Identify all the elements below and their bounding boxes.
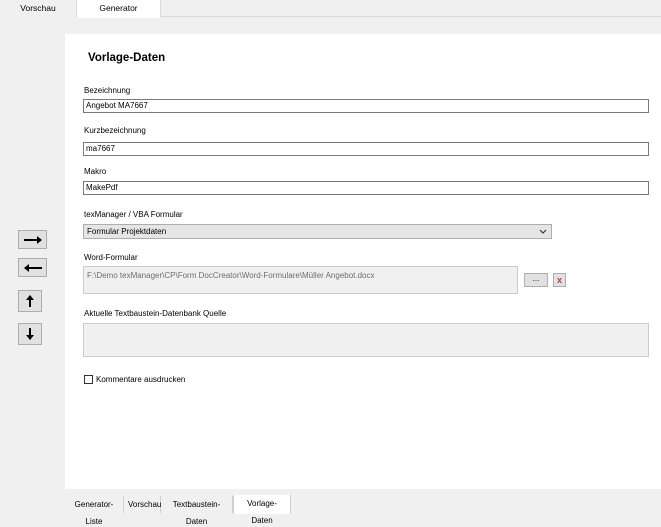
arrow-down-icon xyxy=(26,328,34,340)
texmanager-select[interactable]: Formular Projektdaten xyxy=(83,224,552,239)
source-field[interactable] xyxy=(83,323,649,357)
bezeichnung-input[interactable]: Angebot MA7667 xyxy=(83,99,649,113)
makro-label: Makro xyxy=(84,167,107,176)
arrow-up-icon xyxy=(26,295,34,307)
print-comments-label[interactable]: Kommentare ausdrucken xyxy=(96,375,185,384)
clear-path-button[interactable]: x xyxy=(553,273,566,287)
move-right-button[interactable] xyxy=(18,230,47,249)
tab-vorschau[interactable]: Vorschau xyxy=(0,0,76,17)
move-up-button[interactable] xyxy=(18,290,42,312)
arrow-right-icon xyxy=(23,235,42,244)
browse-button[interactable]: ... xyxy=(524,273,548,287)
word-formular-path[interactable]: F:\Demo texManager\CP\Form DocCreator\Wo… xyxy=(83,266,518,294)
form-title: Vorlage-Daten xyxy=(88,52,166,64)
arrow-left-icon xyxy=(23,263,42,272)
tab-vorlage-daten[interactable]: Vorlage-Daten xyxy=(233,495,291,525)
kurzbezeichnung-label: Kurzbezeichnung xyxy=(84,126,146,135)
close-icon: x xyxy=(556,275,562,285)
chevron-down-icon xyxy=(539,229,547,234)
makro-input[interactable]: MakePdf xyxy=(83,181,649,195)
print-comments-checkbox[interactable] xyxy=(84,375,93,384)
tab-generator-liste[interactable]: Generator-Liste xyxy=(65,496,124,526)
kurzbezeichnung-input[interactable]: ma7667 xyxy=(83,142,649,156)
source-label: Aktuelle Textbaustein-Datenbank Quelle xyxy=(84,309,227,318)
texmanager-selected-value: Formular Projektdaten xyxy=(87,227,167,236)
tab-vorschau-bottom[interactable]: Vorschau xyxy=(124,496,161,513)
tab-generator[interactable]: Generator xyxy=(76,0,161,18)
tab-textbaustein-daten[interactable]: Textbaustein-Daten xyxy=(161,496,233,526)
bezeichnung-label: Bezeichnung xyxy=(84,86,131,95)
word-formular-label: Word-Formular xyxy=(84,253,138,262)
move-down-button[interactable] xyxy=(18,323,42,345)
texmanager-label: texManager / VBA Formular xyxy=(84,210,183,219)
move-left-button[interactable] xyxy=(18,258,47,277)
